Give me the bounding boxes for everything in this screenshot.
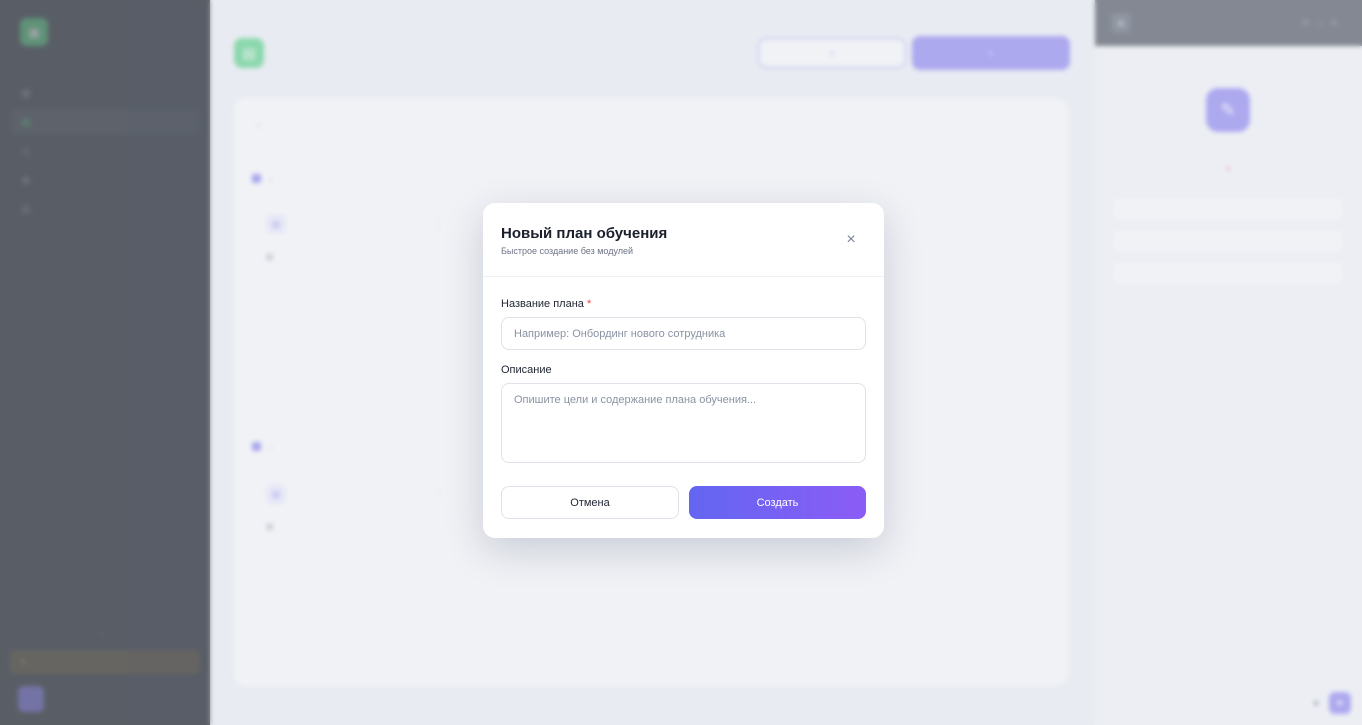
required-mark: * xyxy=(586,298,592,310)
new-plan-dialog: Новый план обучения Быстрое создание без… xyxy=(483,203,884,538)
plan-name-label-text: Название плана xyxy=(501,298,584,310)
create-button[interactable]: Создать xyxy=(689,486,866,519)
dialog-subtitle: Быстрое создание без модулей xyxy=(501,246,634,256)
plan-name-label: Название плана * xyxy=(501,298,591,310)
close-icon[interactable]: × xyxy=(843,232,859,248)
description-textarea[interactable] xyxy=(501,383,866,463)
plan-name-input[interactable] xyxy=(501,317,866,350)
cancel-button[interactable]: Отмена xyxy=(501,486,679,519)
backdrop-shade xyxy=(0,0,210,725)
dialog-title: Новый план обучения xyxy=(501,225,668,242)
dialog-header: Новый план обучения Быстрое создание без… xyxy=(483,203,884,277)
description-label: Описание xyxy=(501,364,552,376)
